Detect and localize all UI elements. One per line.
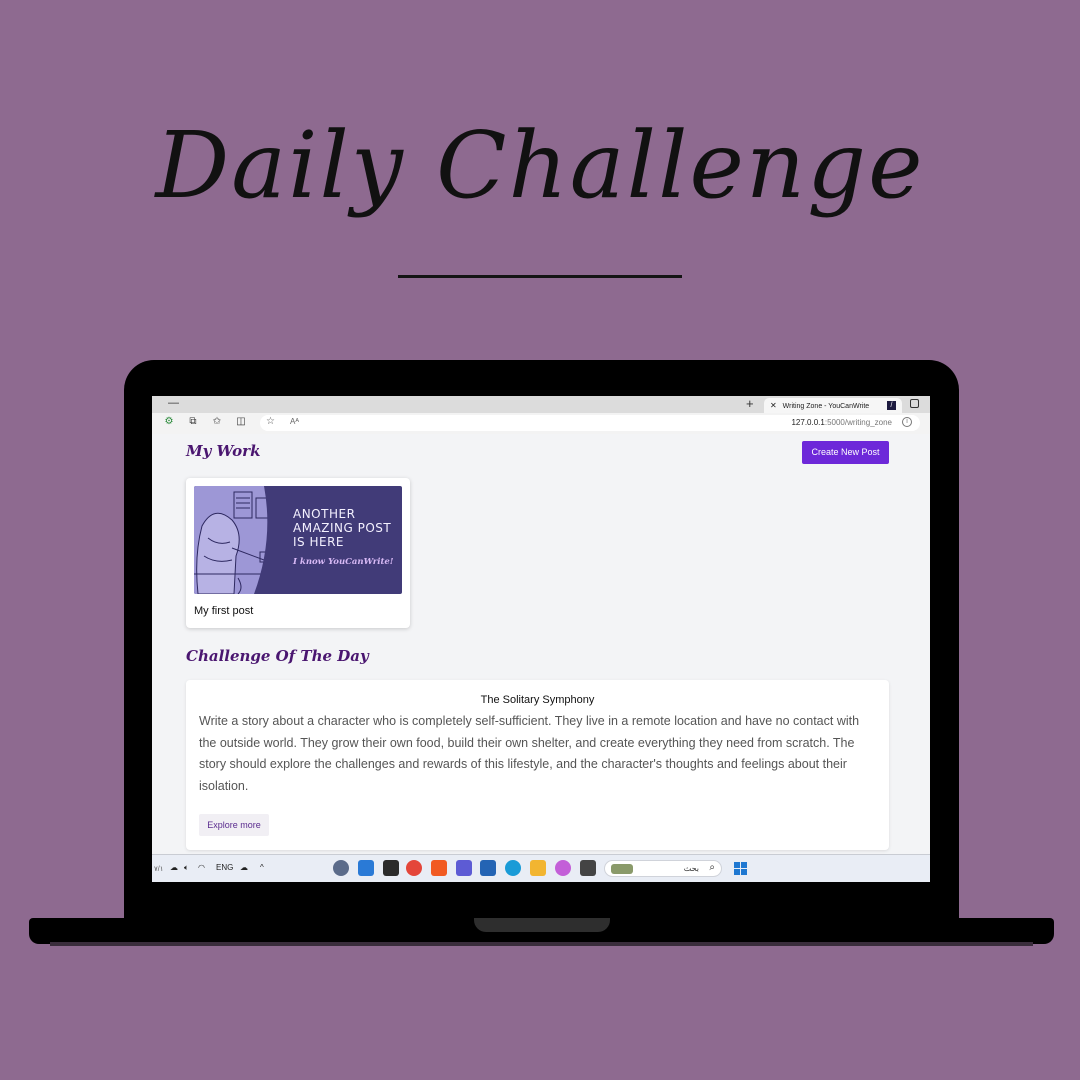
tab-groups-icon[interactable]: ⧉ [186, 416, 200, 427]
create-new-post-button[interactable]: Create New Post [802, 441, 889, 464]
writer-illustration-icon [194, 486, 286, 594]
browser-toolbar: ⚙ ⧉ ✩ ◫ ☆ Aᴬ 127.0.0.1:5000/writing_zone… [152, 413, 930, 434]
file-explorer-app-icon[interactable] [530, 860, 546, 876]
writing-zone-page: My Work Create New Post ANOTHER AMAZING … [152, 434, 930, 854]
thumbnail-line: AMAZING POST [293, 521, 392, 535]
site-favicon-icon: / [887, 401, 896, 410]
volume-icon[interactable]: 🔈︎ [184, 863, 189, 873]
laptop-screen: — + ✕ Writing Zone - YouCanWrite / ⚙ ⧉ ✩… [152, 396, 930, 882]
extensions-icon[interactable]: ⚙ [162, 416, 176, 427]
minimize-icon[interactable]: — [168, 397, 179, 409]
challenge-title: The Solitary Symphony [480, 694, 595, 706]
cloud-sync-icon[interactable]: ☁ [240, 863, 248, 872]
weather-icon[interactable]: ☁ [170, 863, 178, 872]
split-screen-icon[interactable]: ◫ [234, 416, 248, 427]
thumbnail-line: IS HERE [293, 535, 344, 549]
challenge-body: Write a story about a character who is c… [199, 714, 860, 793]
date-text: ٧/١ [154, 866, 164, 873]
hero-divider [398, 275, 682, 278]
windows-start-icon[interactable] [734, 862, 747, 875]
site-info-icon[interactable]: i [902, 417, 912, 427]
explore-more-button[interactable]: Explore more [199, 814, 269, 836]
wifi-icon[interactable]: ◠ [198, 863, 205, 872]
favorites-icon[interactable]: ✩ [210, 416, 224, 427]
taskbar-search-box[interactable]: بحث ⌕ [604, 860, 722, 877]
tab-close-icon[interactable]: ✕ [770, 401, 777, 410]
terminal-app-icon[interactable] [383, 860, 399, 876]
media-app-icon[interactable] [580, 860, 596, 876]
show-hidden-icons-chevron[interactable]: ^ [260, 863, 264, 872]
settings-app-icon[interactable] [333, 860, 349, 876]
brave-app-icon[interactable] [431, 860, 447, 876]
search-highlight-image [611, 864, 633, 874]
edge-app-icon[interactable] [505, 860, 521, 876]
post-thumbnail: ANOTHER AMAZING POST IS HERE I know YouC… [194, 486, 402, 594]
challenge-heading: Challenge Of The Day [186, 647, 369, 665]
read-aloud-icon[interactable]: Aᴬ [290, 417, 299, 426]
chrome-app-icon[interactable] [406, 860, 422, 876]
thumbnail-headline: ANOTHER AMAZING POST IS HERE [293, 507, 402, 549]
url-host: 127.0.0.1 [791, 418, 825, 427]
tab-title: Writing Zone - YouCanWrite [782, 403, 870, 410]
search-icon: ⌕ [709, 862, 715, 873]
challenge-card: The Solitary Symphony Write a story abou… [186, 680, 889, 850]
vscode-app-icon[interactable] [358, 860, 374, 876]
new-tab-button[interactable]: + [746, 396, 754, 411]
thumbnail-tagline: I know YouCanWrite! [293, 557, 394, 567]
restore-window-icon[interactable] [910, 399, 919, 408]
laptop-shadow [50, 942, 1033, 946]
post-card[interactable]: ANOTHER AMAZING POST IS HERE I know YouC… [186, 478, 410, 628]
teams-app-icon[interactable] [456, 860, 472, 876]
browser-tab-bar: — + ✕ Writing Zone - YouCanWrite / [152, 396, 930, 413]
store-app-icon[interactable] [480, 860, 496, 876]
address-bar[interactable]: ☆ Aᴬ 127.0.0.1:5000/writing_zone i [260, 415, 920, 431]
url-path: :5000/writing_zone [824, 418, 892, 427]
thumbnail-line: ANOTHER [293, 507, 356, 521]
bookmark-star-icon[interactable]: ☆ [266, 416, 275, 427]
language-indicator[interactable]: ENG [216, 863, 233, 872]
search-placeholder: بحث [683, 864, 699, 873]
copilot-app-icon[interactable] [555, 860, 571, 876]
windows-taskbar: ٧/١ ☁ 🔈︎ ◠ ENG ☁ ^ بحث ⌕ [152, 854, 930, 882]
my-work-heading: My Work [186, 442, 261, 460]
laptop-notch [474, 918, 610, 932]
url-text[interactable]: 127.0.0.1:5000/writing_zone [791, 418, 892, 427]
hero-title: Daily Challenge [155, 112, 925, 219]
post-title[interactable]: My first post [194, 605, 253, 617]
tab-writing-zone[interactable]: ✕ Writing Zone - YouCanWrite / [764, 398, 902, 413]
